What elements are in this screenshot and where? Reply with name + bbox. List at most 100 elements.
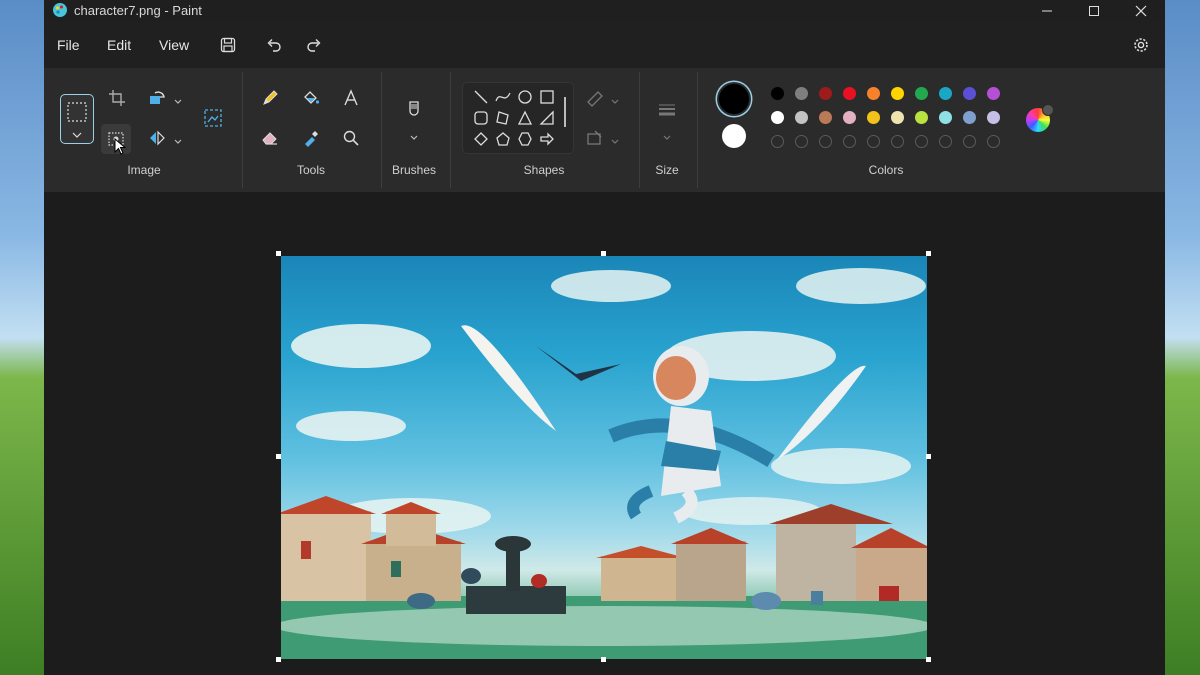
diamond-shape[interactable] <box>473 131 491 149</box>
outline-icon <box>587 91 603 107</box>
resize-image-button[interactable] <box>198 103 228 133</box>
size-button[interactable] <box>652 94 682 124</box>
color-swatch[interactable] <box>795 87 808 100</box>
fill-tool[interactable] <box>296 83 326 113</box>
empty-color-slot[interactable] <box>795 135 808 148</box>
group-label-image: Image <box>127 163 161 177</box>
resize-handle-bottom-left[interactable] <box>276 657 281 662</box>
color-swatch[interactable] <box>915 111 928 124</box>
fill-dropdown-chevron-icon[interactable] <box>610 134 620 144</box>
paint-bucket-icon <box>304 91 320 104</box>
title-bar: character7.png - Paint <box>44 0 1165 22</box>
line-shape[interactable] <box>473 89 491 107</box>
color-swatch[interactable] <box>939 87 952 100</box>
empty-color-slot[interactable] <box>891 135 904 148</box>
resize-handle-top-right[interactable] <box>926 251 931 256</box>
crop-button[interactable] <box>102 83 132 113</box>
color-swatch[interactable] <box>843 111 856 124</box>
empty-color-slot[interactable] <box>771 135 784 148</box>
rotate-button[interactable] <box>142 83 172 113</box>
eyedropper-icon <box>305 131 318 147</box>
canvas-area[interactable] <box>44 192 1165 675</box>
outline-dropdown-chevron-icon[interactable] <box>610 94 620 104</box>
color-swatch[interactable] <box>987 87 1000 100</box>
empty-color-slot[interactable] <box>987 135 1000 148</box>
gear-icon <box>1134 38 1148 52</box>
color-swatch[interactable] <box>771 111 784 124</box>
color-swatch[interactable] <box>915 87 928 100</box>
arrow-shape[interactable] <box>539 131 557 149</box>
resize-handle-top-left[interactable] <box>276 251 281 256</box>
color-swatch[interactable] <box>795 111 808 124</box>
empty-color-slot[interactable] <box>843 135 856 148</box>
group-label-size: Size <box>655 163 679 177</box>
color-swatch[interactable] <box>963 87 976 100</box>
resize-handle-top[interactable] <box>601 251 606 256</box>
desktop-wallpaper-left <box>0 0 44 675</box>
color-swatch[interactable] <box>771 87 784 100</box>
rectangle-shape[interactable] <box>539 89 557 107</box>
triangle-shape[interactable] <box>517 110 535 128</box>
color-swatch[interactable] <box>867 87 880 100</box>
maximize-button[interactable] <box>1071 0 1117 22</box>
right-triangle-shape[interactable] <box>539 110 557 128</box>
resize-handle-left[interactable] <box>276 454 281 459</box>
maximize-icon <box>1089 6 1099 16</box>
menu-view[interactable]: View <box>159 37 189 53</box>
shape-fill-button[interactable] <box>580 123 610 153</box>
color-swatch[interactable] <box>819 87 832 100</box>
canvas-image[interactable] <box>281 256 927 659</box>
right-triangle-icon <box>539 110 554 125</box>
resize-handle-bottom-right[interactable] <box>926 657 931 662</box>
undo-button[interactable] <box>263 34 285 56</box>
empty-color-slot[interactable] <box>867 135 880 148</box>
menu-file[interactable]: File <box>57 37 80 53</box>
brushes-dropdown-chevron-icon[interactable] <box>409 130 419 140</box>
text-icon <box>344 89 358 106</box>
empty-color-slot[interactable] <box>939 135 952 148</box>
resize-handle-right[interactable] <box>926 454 931 459</box>
resize-handle-bottom[interactable] <box>601 657 606 662</box>
settings-button[interactable] <box>1130 34 1152 56</box>
flip-button[interactable] <box>142 123 172 153</box>
primary-color[interactable] <box>719 84 749 114</box>
selection-tool-button[interactable] <box>60 94 94 144</box>
color-swatch[interactable] <box>939 111 952 124</box>
curve-icon <box>495 92 511 102</box>
size-dropdown-chevron-icon[interactable] <box>662 130 672 140</box>
minimize-button[interactable] <box>1024 0 1070 22</box>
empty-color-slot[interactable] <box>915 135 928 148</box>
curve-shape[interactable] <box>495 89 513 107</box>
eraser-tool[interactable] <box>255 123 285 153</box>
color-picker-tool[interactable] <box>296 123 326 153</box>
polygon-icon <box>496 111 509 125</box>
pentagon-shape[interactable] <box>495 131 513 149</box>
save-button[interactable] <box>217 34 239 56</box>
rotate-dropdown-chevron-icon[interactable] <box>173 94 183 104</box>
pencil-tool[interactable] <box>255 83 285 113</box>
color-swatch[interactable] <box>891 111 904 124</box>
secondary-color[interactable] <box>722 124 746 148</box>
menu-edit[interactable]: Edit <box>107 37 131 53</box>
color-swatch[interactable] <box>963 111 976 124</box>
hexagon-shape[interactable] <box>517 131 535 149</box>
close-button[interactable] <box>1118 0 1164 22</box>
shape-outline-button[interactable] <box>580 83 610 113</box>
oval-shape[interactable] <box>517 89 535 107</box>
empty-color-slot[interactable] <box>963 135 976 148</box>
rounded-rectangle-shape[interactable] <box>473 110 491 128</box>
shapes-scrollbar[interactable] <box>564 97 566 127</box>
brushes-button[interactable] <box>399 94 429 124</box>
color-swatch[interactable] <box>867 111 880 124</box>
color-swatch[interactable] <box>843 87 856 100</box>
magnifier-tool[interactable] <box>336 123 366 153</box>
empty-color-slot[interactable] <box>819 135 832 148</box>
undo-icon <box>267 39 281 52</box>
polygon-shape[interactable] <box>495 110 513 128</box>
color-swatch[interactable] <box>891 87 904 100</box>
color-swatch[interactable] <box>819 111 832 124</box>
flip-dropdown-chevron-icon[interactable] <box>173 134 183 144</box>
color-swatch[interactable] <box>987 111 1000 124</box>
text-tool[interactable] <box>336 83 366 113</box>
redo-button[interactable] <box>303 34 325 56</box>
